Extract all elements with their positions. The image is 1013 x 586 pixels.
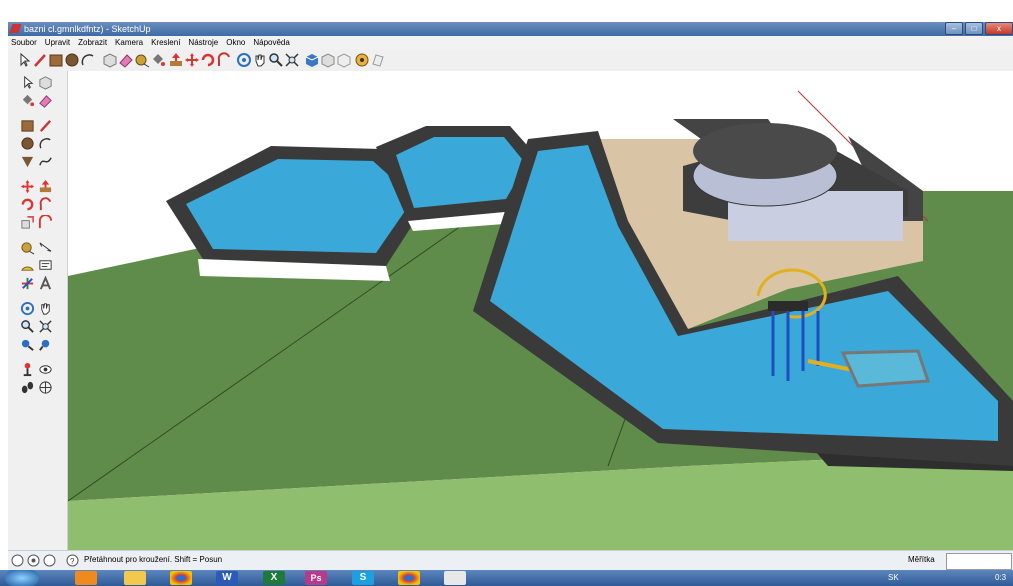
move-icon[interactable] [20,179,35,194]
measurements-box[interactable] [946,553,1012,570]
section-plane-icon[interactable] [38,380,53,395]
credits-icon[interactable] [27,554,40,567]
splash-pool [840,349,931,388]
protractor-icon[interactable] [20,258,35,273]
zoom-window-icon[interactable] [38,319,53,334]
close-button[interactable]: x [985,22,1013,35]
chrome-icon-2[interactable] [398,571,420,585]
layers-icon[interactable] [370,52,386,68]
freehand-icon[interactable] [38,154,53,169]
tape-measure-icon[interactable] [20,240,35,255]
get-models-icon[interactable] [304,52,320,68]
share-model-icon[interactable] [320,52,336,68]
axes-icon[interactable] [20,276,35,291]
line-icon[interactable] [38,118,53,133]
explorer-icon[interactable] [124,571,146,585]
status-hint: Přetáhnout pro kroužení. Shift = Posun [84,555,223,564]
chrome-icon[interactable] [170,571,192,585]
menu-upravit[interactable]: Upravit [45,36,70,49]
dimension-icon[interactable] [38,240,53,255]
scale-icon[interactable] [20,215,35,230]
zoom-icon[interactable] [20,319,35,334]
ie-icon[interactable] [75,571,97,585]
menu-kamera[interactable]: Kamera [115,36,143,49]
select-icon[interactable] [16,52,32,68]
paint-bucket-icon[interactable] [20,93,35,108]
rectangle-icon[interactable] [20,118,35,133]
paint-bucket-icon[interactable] [150,52,166,68]
follow-me-icon[interactable] [38,197,53,212]
previous-view-icon[interactable] [20,337,35,352]
status-bar: ? Přetáhnout pro kroužení. Shift = Posun… [8,550,1013,571]
excel-icon[interactable]: X [263,571,285,585]
offset-icon[interactable] [38,215,53,230]
move-icon[interactable] [184,52,200,68]
menu-nastroje[interactable]: Nástroje [188,36,218,49]
photoshop-icon[interactable]: Ps [305,571,327,585]
next-view-icon[interactable] [38,337,53,352]
3d-text-icon[interactable] [38,276,53,291]
arc-icon[interactable] [80,52,96,68]
clock[interactable]: 0:3 [995,573,1006,582]
rotate-icon[interactable] [200,52,216,68]
language-indicator[interactable]: SK [888,573,899,582]
zoom-extents-icon[interactable] [284,52,300,68]
circle-icon[interactable] [20,136,35,151]
make-component-icon[interactable] [102,52,118,68]
minimize-button[interactable]: – [945,22,963,35]
start-button[interactable] [5,570,39,586]
tape-measure-icon[interactable] [134,52,150,68]
menu-bar: Soubor Upravit Zobrazit Kamera Kreslení … [8,36,1013,49]
look-around-icon[interactable] [38,362,53,377]
menu-soubor[interactable]: Soubor [11,36,37,49]
polygon-icon[interactable] [20,154,35,169]
styles-icon[interactable] [354,52,370,68]
circle-icon[interactable] [64,52,80,68]
follow-me-icon[interactable] [216,52,232,68]
title-bar: bazni cl.gmnlkdfntz) - SketchUp – □ x [8,22,1013,36]
walk-icon[interactable] [20,380,35,395]
orbit-icon[interactable] [20,301,35,316]
menu-okno[interactable]: Okno [226,36,245,49]
push-pull-icon[interactable] [168,52,184,68]
window-title: bazni cl.gmnlkdfntz) - SketchUp [24,24,151,34]
pan-icon[interactable] [252,52,268,68]
pan-icon[interactable] [38,301,53,316]
skype-icon[interactable]: S [352,571,374,585]
position-camera-icon[interactable] [20,362,35,377]
pool-model-scene[interactable] [68,71,1013,550]
rectangle-icon[interactable] [48,52,64,68]
word-icon[interactable]: W [216,571,238,585]
eraser-icon[interactable] [118,52,134,68]
orbit-icon[interactable] [236,52,252,68]
text-icon[interactable] [38,258,53,273]
rotate-icon[interactable] [20,197,35,212]
select-icon[interactable] [20,75,35,90]
components-icon[interactable] [336,52,352,68]
zoom-icon[interactable] [268,52,284,68]
geolocation-icon[interactable] [11,554,24,567]
main-toolbar [8,49,1013,72]
sketchup-window: bazni cl.gmnlkdfntz) - SketchUp – □ x So… [8,22,1013,571]
menu-kresleni[interactable]: Kreslení [151,36,180,49]
measurements-label: Měřítka [908,555,935,564]
push-pull-icon[interactable] [38,179,53,194]
arc-icon[interactable] [38,136,53,151]
user-icon[interactable] [43,554,56,567]
menu-zobrazit[interactable]: Zobrazit [78,36,107,49]
menu-napoveda[interactable]: Nápověda [253,36,289,49]
large-tool-set [8,71,68,550]
svg-text:?: ? [70,557,75,566]
pencil-icon[interactable] [32,52,48,68]
help-icon[interactable]: ? [66,554,79,567]
model-viewport[interactable] [68,71,1013,550]
sketchup-icon[interactable] [444,571,466,585]
windows-taskbar: W X Ps S SK 0:3 [0,570,1013,586]
sketchup-logo-icon [9,24,22,33]
maximize-button[interactable]: □ [965,22,983,35]
make-component-icon[interactable] [38,75,53,90]
eraser-icon[interactable] [38,93,53,108]
